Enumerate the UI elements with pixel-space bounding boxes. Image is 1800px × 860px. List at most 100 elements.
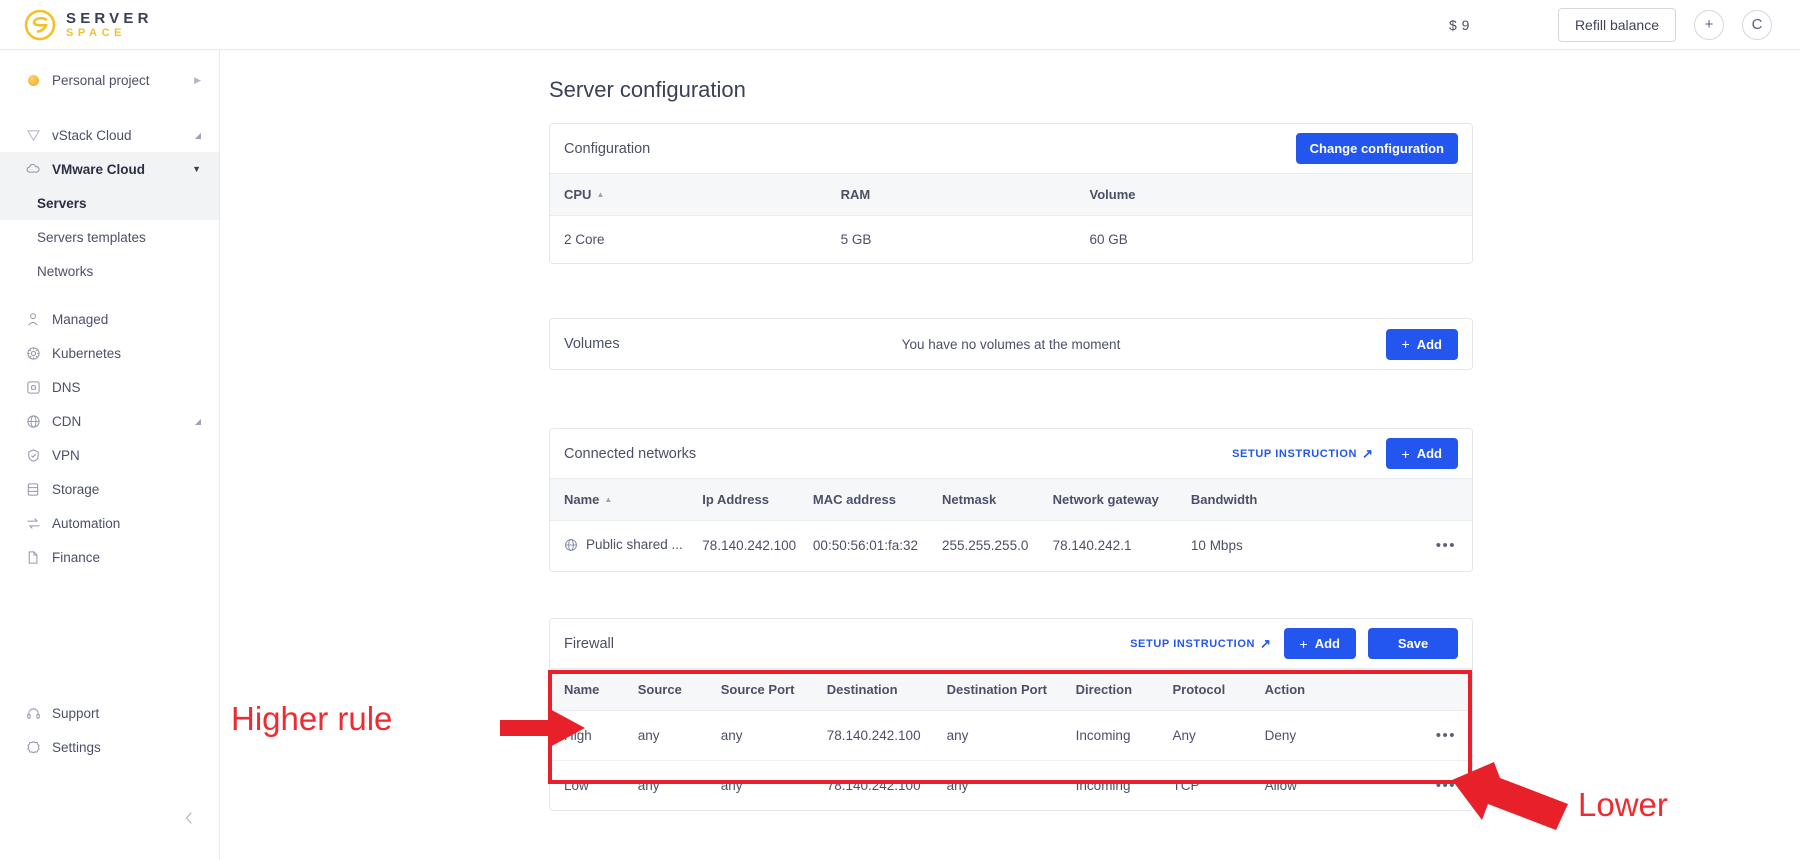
configuration-table: CPU ▲ RAM Volume 2 Core 5 GB 60 GB bbox=[550, 173, 1472, 263]
column-header-source[interactable]: Source bbox=[623, 668, 707, 711]
setup-instruction-link-firewall[interactable]: SETUP INSTRUCTION ↗ bbox=[1130, 636, 1271, 652]
column-header-actions bbox=[1416, 668, 1472, 711]
sidebar-item-servers[interactable]: Servers bbox=[0, 186, 219, 220]
column-header-bandwidth[interactable]: Bandwidth bbox=[1176, 478, 1417, 521]
column-header-source-port[interactable]: Source Port bbox=[706, 668, 813, 711]
cell-netmask: 255.255.255.0 bbox=[942, 538, 1029, 554]
sidebar-item-vstack-cloud[interactable]: vStack Cloud ◢ bbox=[0, 118, 219, 152]
table-row: Low any any 78.140.242.100 any Incoming … bbox=[550, 761, 1472, 811]
sidebar-item-label: Managed bbox=[52, 311, 109, 327]
sidebar-item-label: Support bbox=[52, 705, 100, 721]
sidebar-item-automation[interactable]: Automation bbox=[0, 506, 219, 540]
cell-protocol: TCP bbox=[1172, 778, 1200, 793]
add-volume-button[interactable]: + Add bbox=[1385, 328, 1458, 360]
column-header-netmask[interactable]: Netmask bbox=[928, 478, 1039, 521]
sidebar-item-label: Servers templates bbox=[37, 229, 146, 245]
column-header-ram[interactable]: RAM bbox=[826, 173, 1076, 216]
sidebar-bottom-group: Support Settings bbox=[0, 696, 219, 764]
column-header-volume[interactable]: Volume bbox=[1075, 173, 1472, 216]
connected-networks-actions: SETUP INSTRUCTION ↗ + Add bbox=[1232, 438, 1458, 469]
add-firewall-rule-button[interactable]: + Add bbox=[1283, 628, 1356, 659]
cell-source-port: any bbox=[706, 710, 813, 761]
avatar[interactable]: C bbox=[1742, 9, 1772, 40]
cell-destination-port: any bbox=[932, 710, 1062, 761]
sidebar-item-kubernetes[interactable]: Kubernetes bbox=[0, 336, 219, 370]
sidebar: Personal project ▶ vStack Cloud ◢ VMware… bbox=[0, 50, 220, 860]
sidebar-item-personal-project[interactable]: Personal project ▶ bbox=[0, 63, 219, 97]
add-button[interactable]: + bbox=[1694, 9, 1724, 40]
column-header-name[interactable]: Name ▲ bbox=[550, 478, 689, 521]
cell-destination: 78.140.242.100 bbox=[826, 778, 921, 793]
change-configuration-button[interactable]: Change configuration bbox=[1295, 133, 1458, 164]
globe-icon bbox=[564, 538, 578, 552]
sidebar-item-dns[interactable]: DNS bbox=[0, 370, 219, 404]
sidebar-item-vpn[interactable]: VPN bbox=[0, 438, 219, 472]
plus-icon: + bbox=[1401, 445, 1410, 462]
cell-volume: 60 GB bbox=[1089, 232, 1128, 247]
cell-destination: 78.140.242.100 bbox=[812, 710, 933, 761]
table-header-row: Name ▲ Ip Address MAC address Netmask Net… bbox=[550, 478, 1472, 521]
column-header-direction[interactable]: Direction bbox=[1061, 668, 1159, 711]
sidebar-item-settings[interactable]: Settings bbox=[0, 730, 219, 764]
column-header-ip-address[interactable]: Ip Address bbox=[688, 478, 799, 521]
add-firewall-rule-label: Add bbox=[1314, 636, 1340, 651]
add-network-button[interactable]: + Add bbox=[1385, 438, 1458, 469]
vpn-icon bbox=[24, 446, 42, 464]
column-header-name[interactable]: Name bbox=[550, 668, 624, 711]
cloud-icon bbox=[24, 160, 42, 178]
column-header-action[interactable]: Action bbox=[1250, 668, 1417, 711]
sidebar-item-managed[interactable]: Managed bbox=[0, 302, 219, 336]
plus-icon: + bbox=[1299, 635, 1308, 652]
dns-icon bbox=[24, 378, 42, 396]
cell-destination-port: any bbox=[946, 778, 969, 793]
setup-instruction-link-networks[interactable]: SETUP INSTRUCTION ↗ bbox=[1232, 446, 1373, 462]
cell-rule-name: Low bbox=[564, 778, 589, 793]
brand-name-primary: SERVER bbox=[66, 9, 153, 27]
sidebar-item-label: vStack Cloud bbox=[52, 127, 132, 143]
sidebar-item-label: Automation bbox=[52, 515, 121, 531]
brand-name-secondary: SPACE bbox=[66, 26, 127, 39]
firewall-header: Firewall SETUP INSTRUCTION ↗ + Add Save bbox=[550, 619, 1472, 668]
sidebar-item-servers-templates[interactable]: Servers templates bbox=[0, 220, 219, 254]
cell-source: any bbox=[623, 710, 707, 761]
sidebar-collapse-button[interactable] bbox=[183, 810, 195, 830]
chevron-right-icon: ▶ bbox=[194, 74, 201, 85]
save-firewall-button[interactable]: Save bbox=[1368, 628, 1458, 659]
cell-bandwidth: 10 Mbps bbox=[1190, 538, 1243, 554]
table-header-row: CPU ▲ RAM Volume bbox=[550, 173, 1472, 216]
vstack-icon bbox=[24, 126, 42, 144]
cell-rule-name: High bbox=[550, 710, 624, 761]
page-title: Server configuration bbox=[549, 77, 746, 102]
column-header-network-gateway[interactable]: Network gateway bbox=[1038, 478, 1177, 521]
collapse-arrow-icon: ◢ bbox=[194, 130, 201, 140]
plus-icon: + bbox=[1401, 336, 1410, 352]
external-link-icon: ↗ bbox=[1362, 445, 1374, 461]
sidebar-item-networks[interactable]: Networks bbox=[0, 254, 219, 288]
sidebar-item-storage[interactable]: Storage bbox=[0, 472, 219, 506]
row-menu-button[interactable]: ••• bbox=[1417, 521, 1472, 571]
refill-balance-button[interactable]: Refill balance bbox=[1557, 7, 1676, 42]
column-header-protocol[interactable]: Protocol bbox=[1158, 668, 1251, 711]
cell-source: any bbox=[637, 778, 660, 793]
connected-networks-card: Connected networks SETUP INSTRUCTION ↗ +… bbox=[549, 428, 1473, 572]
brand-logo[interactable]: SERVER SPACE bbox=[24, 9, 153, 41]
column-header-cpu[interactable]: CPU ▲ bbox=[550, 173, 827, 216]
column-header-destination-port[interactable]: Destination Port bbox=[932, 668, 1062, 711]
sidebar-item-support[interactable]: Support bbox=[0, 696, 219, 730]
row-menu-button[interactable]: ••• bbox=[1417, 761, 1472, 811]
balance-amount: $ 9 bbox=[1448, 16, 1470, 33]
column-header-destination[interactable]: Destination bbox=[812, 668, 933, 711]
sidebar-item-vmware-cloud[interactable]: VMware Cloud ▼ bbox=[0, 152, 219, 186]
volumes-card-header: Volumes You have no volumes at the momen… bbox=[550, 319, 1472, 369]
row-menu-button[interactable]: ••• bbox=[1416, 710, 1472, 761]
sidebar-item-label: DNS bbox=[52, 379, 81, 395]
sidebar-item-cdn[interactable]: CDN ◢ bbox=[0, 404, 219, 438]
configuration-card: Configuration Change configuration CPU ▲ … bbox=[549, 123, 1473, 264]
connected-networks-header: Connected networks SETUP INSTRUCTION ↗ +… bbox=[550, 429, 1472, 478]
sidebar-item-finance[interactable]: Finance bbox=[0, 540, 219, 574]
column-header-mac-address[interactable]: MAC address bbox=[798, 478, 928, 521]
network-name-label: Public shared ... bbox=[586, 537, 683, 552]
configuration-actions: Change configuration bbox=[1295, 133, 1458, 164]
cell-network-name: Public shared ... bbox=[550, 521, 688, 571]
connected-networks-table: Name ▲ Ip Address MAC address Netmask Net… bbox=[550, 478, 1472, 571]
